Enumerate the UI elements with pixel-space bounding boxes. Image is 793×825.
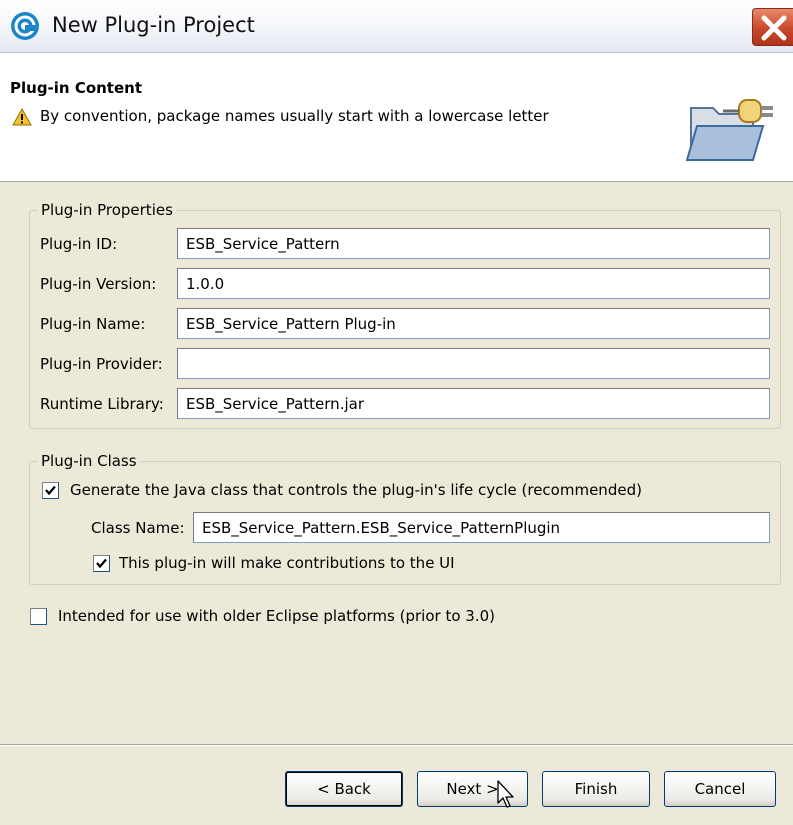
plugin-provider-input[interactable] <box>177 348 770 379</box>
button-bar-separator <box>0 744 793 746</box>
back-button[interactable]: < Back <box>285 771 403 807</box>
warning-icon <box>12 107 32 126</box>
generate-class-checkbox[interactable] <box>42 482 59 499</box>
close-button[interactable] <box>752 8 793 46</box>
mouse-pointer-icon <box>497 780 517 814</box>
title-bar: New Plug-in Project <box>0 0 793 53</box>
plugin-id-input[interactable] <box>177 228 770 259</box>
legacy-platform-label: Intended for use with older Eclipse plat… <box>58 607 495 625</box>
plugin-version-input[interactable] <box>177 268 770 299</box>
class-name-label: Class Name: <box>91 519 185 537</box>
runtime-library-label: Runtime Library: <box>40 395 164 413</box>
plugin-provider-label: Plug-in Provider: <box>40 355 163 373</box>
checkmark-icon <box>96 558 107 569</box>
cancel-button[interactable]: Cancel <box>664 771 776 807</box>
ui-contributions-label: This plug-in will make contributions to … <box>119 554 455 572</box>
page-title: Plug-in Content <box>10 79 143 97</box>
ui-contributions-checkbox[interactable] <box>93 555 110 572</box>
app-icon <box>10 11 40 41</box>
legacy-platform-checkbox[interactable] <box>30 608 47 625</box>
plugin-class-legend: Plug-in Class <box>41 452 137 470</box>
plugin-name-input[interactable] <box>177 308 770 339</box>
wizard-folder-plugin-icon <box>683 88 783 172</box>
generate-class-label: Generate the Java class that controls th… <box>70 481 642 499</box>
plugin-name-label: Plug-in Name: <box>40 315 146 333</box>
checkmark-icon <box>45 485 56 496</box>
plugin-id-label: Plug-in ID: <box>40 235 118 253</box>
finish-button[interactable]: Finish <box>542 771 650 807</box>
plugin-properties-legend: Plug-in Properties <box>41 201 173 219</box>
runtime-library-input[interactable] <box>177 388 770 419</box>
plugin-version-label: Plug-in Version: <box>40 275 157 293</box>
close-icon <box>761 15 787 41</box>
class-name-input[interactable] <box>193 512 770 543</box>
window-title: New Plug-in Project <box>52 13 255 37</box>
header-message: By convention, package names usually sta… <box>40 107 549 125</box>
